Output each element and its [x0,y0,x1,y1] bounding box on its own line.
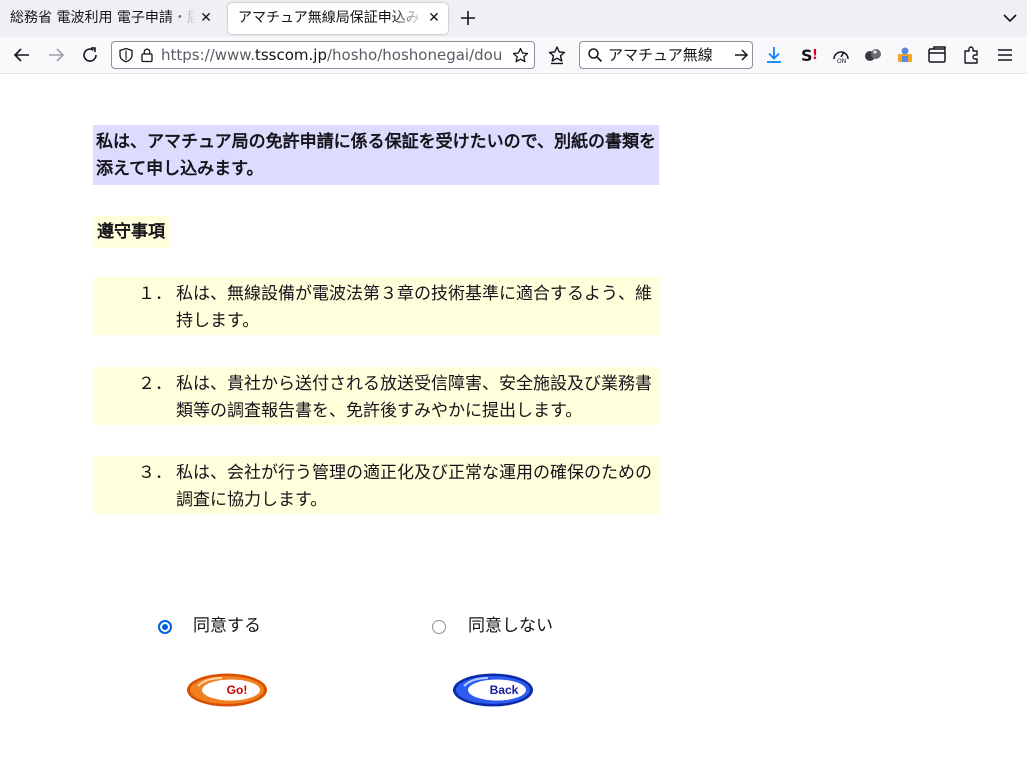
list-item: １． 私は、無線設備が電波法第３章の技術基準に適合するよう、維持します。 [93,277,659,335]
back-button-label: Back [490,683,519,697]
list-item: ２． 私は、貴社から送付される放送受信障害、安全施設及び業務書類等の調査報告書を… [93,367,659,425]
disagree-label[interactable]: 同意しない [468,614,553,638]
nav-toolbar: https://www.tsscom.jp/hosho/hoshonegai/d… [0,37,1027,74]
url-text: https://www.tsscom.jp/hosho/hoshonegai/d… [161,42,506,68]
shield-icon[interactable] [118,47,134,63]
url-host: tsscom.jp [254,46,327,64]
new-tab-icon[interactable] [457,5,479,31]
search-query[interactable]: アマチュア無線 [608,42,732,68]
intro-statement: 私は、アマチュア局の免許申請に係る保証を受けたいので、別紙の書類を添えて申し込み… [93,125,659,185]
tab-soumu[interactable]: 総務省 電波利用 電子申請・届 ✕ [0,3,220,34]
page-content: 私は、アマチュア局の免許申請に係る保証を受けたいので、別紙の書類を添えて申し込み… [0,74,1027,764]
address-bar[interactable]: https://www.tsscom.jp/hosho/hoshonegai/d… [111,41,535,69]
list-item: ３． 私は、会社が行う管理の適正化及び正常な運用の確保のための調査に協力します。 [93,456,659,514]
svg-text:S: S [801,46,813,65]
tab-strip: 総務省 電波利用 電子申請・届 ✕ アマチュア無線局保証申込み ✕ [0,0,1027,37]
extension-puzzle-person-icon[interactable] [893,43,917,67]
go-arrow-icon[interactable] [733,47,749,63]
extensions-puzzle-icon[interactable] [959,43,983,67]
back-button[interactable]: Back [452,672,534,708]
item-number: １． [138,284,172,304]
svg-text:!: ! [812,48,818,63]
extension-balls-icon[interactable] [861,43,885,67]
disagree-option[interactable]: 同意しない [432,614,572,638]
tab-title: 総務省 電波利用 電子申請・届 [10,10,196,26]
reader-add-icon[interactable] [545,43,569,67]
tab-amateur-hosho[interactable]: アマチュア無線局保証申込み ✕ [228,3,448,34]
item-text: 私は、会社が行う管理の適正化及び正常な運用の確保のための調査に協力します。 [176,463,652,510]
go-button-label: Go! [227,683,248,697]
tab-title: アマチュア無線局保証申込み [238,10,420,26]
disagree-radio[interactable] [432,620,446,634]
close-icon[interactable]: ✕ [198,3,214,34]
forward-arrow-icon[interactable] [44,43,68,67]
agree-option[interactable]: 同意する [158,614,288,638]
menu-hamburger-icon[interactable] [993,43,1017,67]
bookmark-star-icon[interactable] [512,47,529,64]
section-heading: 遵守事項 [93,216,169,248]
item-text: 私は、無線設備が電波法第３章の技術基準に適合するよう、維持します。 [176,284,652,331]
lock-icon[interactable] [139,47,155,63]
chevron-down-icon[interactable] [1000,8,1020,28]
agree-radio[interactable] [158,620,172,634]
search-icon [588,48,603,63]
reload-icon[interactable] [78,43,102,67]
extension-s-icon[interactable]: S ! [797,43,821,67]
url-prefix: https://www. [161,46,255,64]
go-button[interactable]: Go! [186,672,268,708]
agree-label[interactable]: 同意する [193,614,261,638]
extension-speedometer-icon[interactable]: ON [829,43,853,67]
svg-text:ON: ON [837,58,846,65]
url-path: /hosho/hoshonegai/dou [326,46,503,64]
item-number: ２． [138,374,172,394]
close-icon[interactable]: ✕ [426,3,442,34]
container-tab-icon[interactable] [925,43,949,67]
back-arrow-icon[interactable] [10,43,34,67]
item-text: 私は、貴社から送付される放送受信障害、安全施設及び業務書類等の調査報告書を、免許… [176,374,652,421]
download-icon[interactable] [762,43,786,67]
item-number: ３． [138,463,172,483]
search-box[interactable]: アマチュア無線 [579,41,753,69]
